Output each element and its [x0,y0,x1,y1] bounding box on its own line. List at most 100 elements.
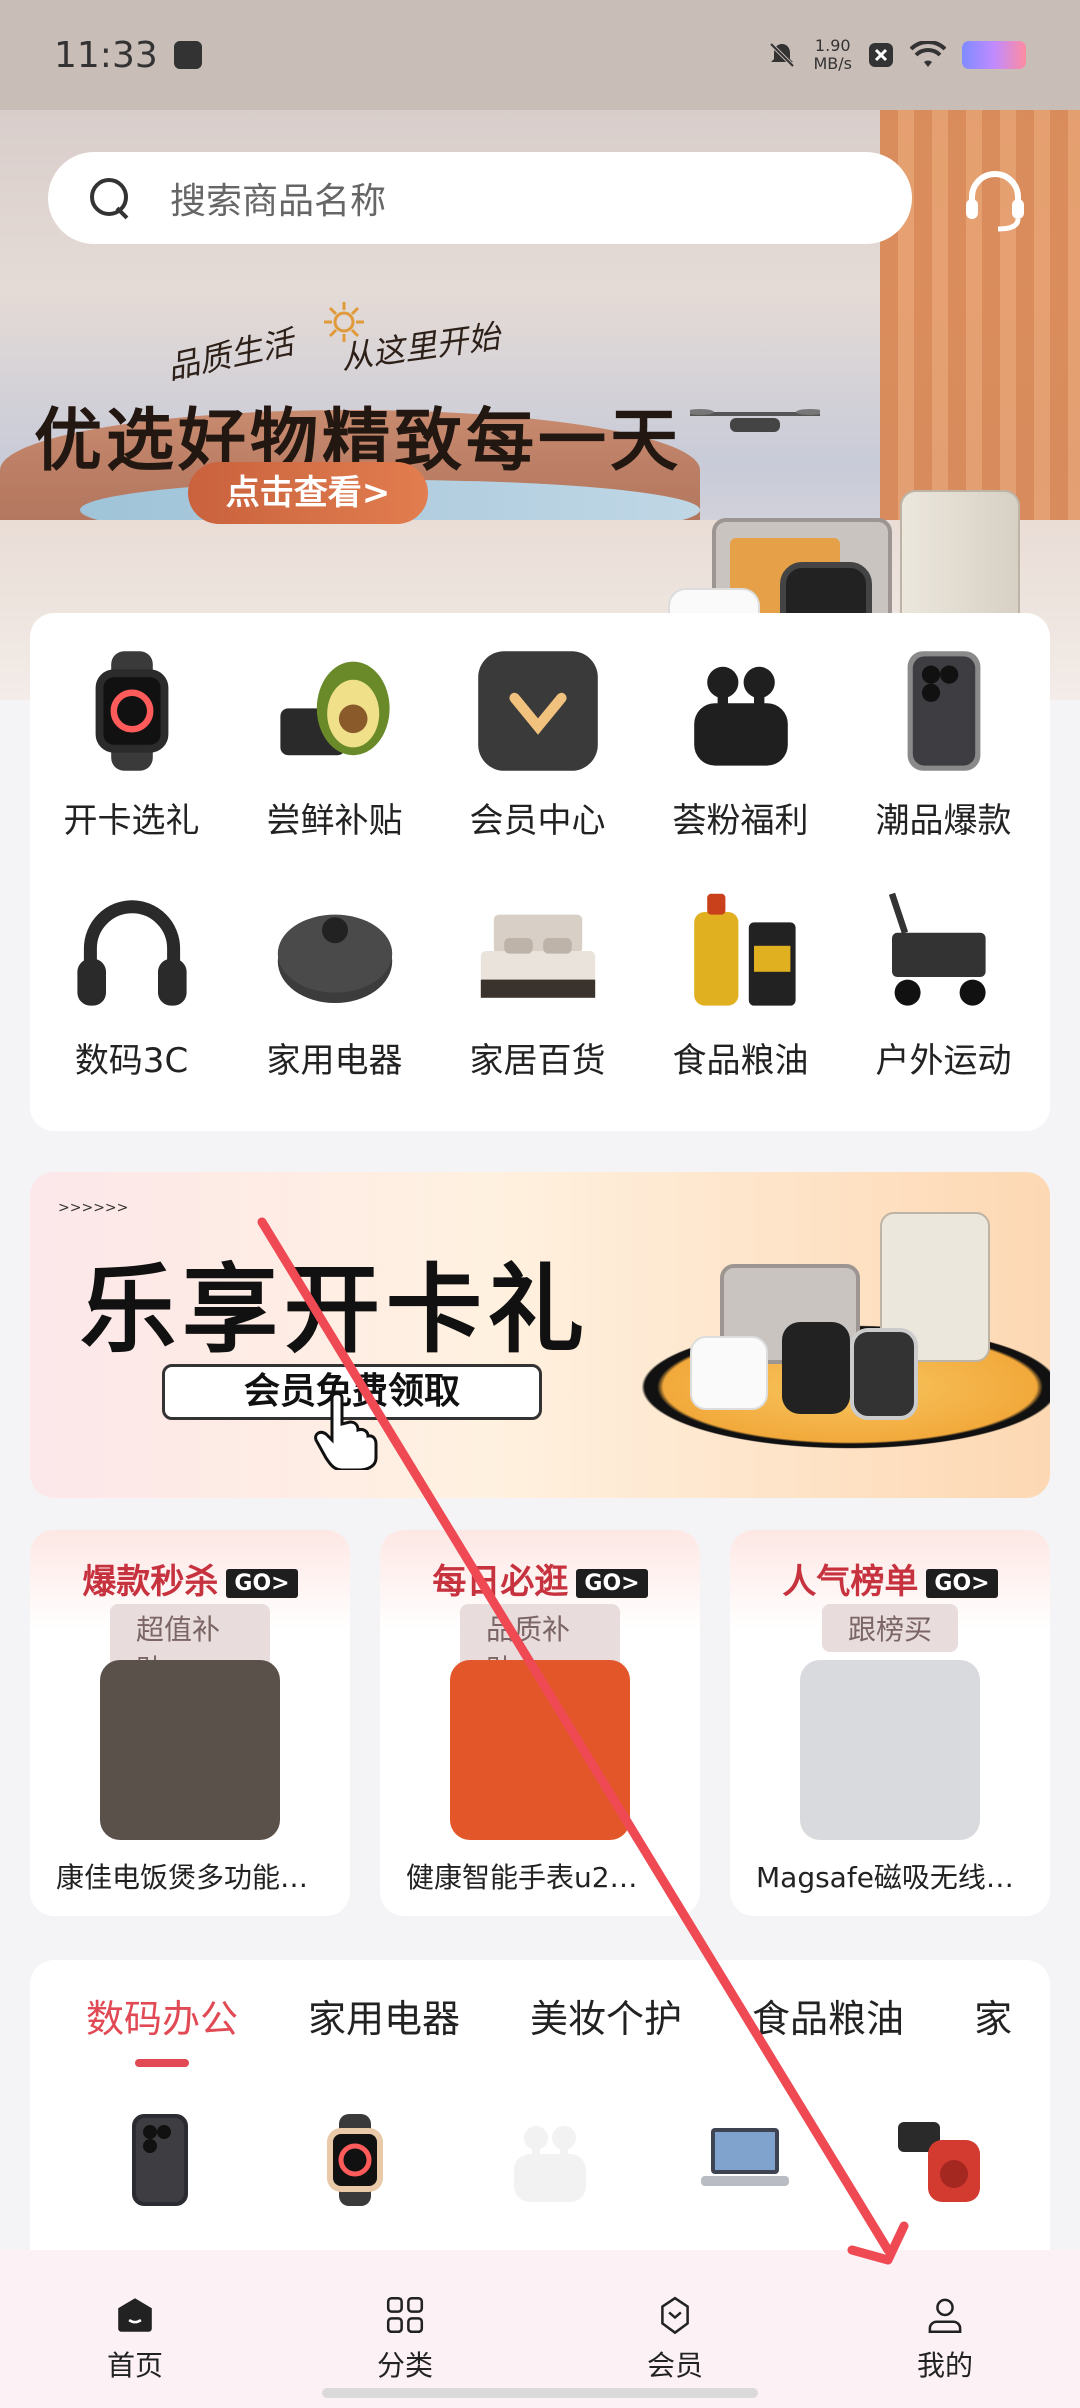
category-grid: 开卡选礼 尝鲜补贴 会员中心 荟粉福利 潮品爆款数码3C 家用电器 家居百货 食品粮油 户外运动 [30,613,1050,1131]
member-card-banner[interactable]: >>>>>> 乐享开卡礼 会员免费领取 [30,1172,1050,1498]
tab-product-item[interactable] [890,2110,990,2220]
smartwatch-image [782,1322,850,1414]
category-image [265,881,405,1021]
network-speed-unit: MB/s [813,54,852,73]
robot-vacuum-icon [277,914,392,1003]
nav-item[interactable]: 我的 [845,2294,1045,2408]
member-banner-title: 乐享开卡礼 [80,1254,590,1366]
battery-icon [962,41,1026,69]
banner-dots: >>>>>> [58,1200,129,1216]
promo-title: 爆款秒杀 GO> [30,1554,350,1603]
drone-image [690,409,820,432]
bottom-navigation: 首页 分类 会员 我的 [0,2250,1080,2408]
tab-product-list [70,2110,1030,2230]
promo-go-badge[interactable]: GO> [926,1569,998,1598]
promo-product-image [800,1660,980,1840]
wagon-icon [888,892,986,1006]
category-item[interactable]: 开卡选礼 [30,641,233,881]
phone-icon [132,2114,188,2206]
category-label: 潮品爆款 [875,801,1012,841]
category-label: 开卡选礼 [63,801,200,841]
nav-label: 会员 [646,2349,703,2382]
category-label: 家用电器 [266,1041,403,1081]
tab-category[interactable]: 数码办公 [86,1988,238,2043]
nav-item[interactable]: 首页 [35,2294,235,2408]
promo-title: 人气榜单 GO> [730,1554,1050,1603]
customer-service-icon[interactable] [960,165,1030,235]
category-label: 会员中心 [469,801,606,841]
category-image [874,641,1014,781]
search-input[interactable]: 搜索商品名称 [48,152,912,244]
promo-product-image [100,1660,280,1840]
sun-icon [324,302,364,342]
promo-go-badge[interactable]: GO> [576,1569,648,1598]
tab-product-item[interactable] [110,2110,210,2220]
category-item[interactable]: 家居百货 [436,881,639,1121]
promo-title-text: 每日必逛 [432,1562,569,1602]
nav-label: 我的 [916,2349,973,2382]
close-box-icon [869,43,893,67]
category-item[interactable]: 户外运动 [842,881,1045,1121]
smartwatch-icon [327,2114,383,2206]
earbuds-icon [514,2126,586,2202]
smartwatch-icon [95,651,168,771]
promo-tag: 跟榜买 [821,1604,959,1652]
category-label: 家居百货 [469,1041,606,1081]
earbuds-icon [693,666,788,766]
category-item[interactable]: 尝鲜补贴 [233,641,436,881]
hand-pointer-icon [314,1392,378,1470]
category-label: 食品粮油 [672,1041,809,1081]
category-item[interactable]: 会员中心 [436,641,639,881]
category-label: 荟粉福利 [672,801,809,841]
tab-product-item[interactable] [500,2110,600,2220]
tab-product-item[interactable] [695,2110,795,2220]
promo-product-name: 健康智能手表u2… [406,1861,638,1894]
search-icon [88,176,132,220]
cooking-oil-icon [693,893,796,1006]
tab-category[interactable]: 食品粮油 [752,1988,904,2043]
category-tabs: 数码办公 家用电器 美妆个护 食品粮油 家 [30,1960,1050,2070]
promo-card[interactable]: 人气榜单 GO> 跟榜买 Magsafe磁吸无线充… [730,1530,1050,1916]
category-icon [386,2296,424,2334]
search-placeholder: 搜索商品名称 [170,181,387,222]
category-image [468,641,608,781]
category-label: 尝鲜补贴 [266,801,403,841]
status-bar: 11:33 1.90 MB/s [0,0,1080,110]
promo-product-image [450,1660,630,1840]
category-item[interactable]: 荟粉福利 [639,641,842,881]
smartwatch-image [850,1328,918,1420]
tab-category[interactable]: 家 [974,1988,1012,2043]
category-card: 开卡选礼 尝鲜补贴 会员中心 荟粉福利 潮品爆款数码3C 家用电器 家居百货 食品粮油 户外运动 [30,613,1050,1131]
promo-go-badge[interactable]: GO> [226,1569,298,1598]
hero-view-button[interactable]: 点击查看> [188,462,428,524]
tab-product-item[interactable] [305,2110,405,2220]
category-item[interactable]: 数码3C [30,881,233,1121]
nav-label: 分类 [376,2349,433,2382]
tab-category[interactable]: 家用电器 [308,1988,460,2043]
speaker-icon [898,2122,980,2202]
network-speed: 1.90 MB/s [813,37,852,73]
avocado-icon [279,661,390,756]
category-image [671,881,811,1021]
category-item[interactable]: 潮品爆款 [842,641,1045,881]
promo-card[interactable]: 爆款秒杀GO>超值补贴康佳电饭煲多功能… [30,1530,350,1916]
promo-title-text: 爆款秒杀 [82,1562,219,1602]
phone-icon [907,651,980,771]
category-image [671,641,811,781]
category-label: 户外运动 [875,1041,1012,1081]
wifi-icon [910,41,946,67]
home-icon [118,2298,152,2332]
category-tabs-card: 数码办公 家用电器 美妆个护 食品粮油 家 [30,1960,1050,2250]
category-image [62,641,202,781]
status-time: 11:33 [54,34,158,76]
category-image [874,881,1014,1021]
category-image [62,881,202,1021]
promo-title: 每日必逛 GO> [380,1554,700,1603]
promo-card[interactable]: 每日必逛GO>品质补贴健康智能手表u2… [380,1530,700,1916]
category-item[interactable]: 家用电器 [233,881,436,1121]
tab-category[interactable]: 美妆个护 [530,1988,682,2043]
profile-icon [928,2298,962,2334]
category-label: 数码3C [74,1041,189,1081]
category-item[interactable]: 食品粮油 [639,881,842,1121]
promo-product-name: Magsafe磁吸无线充… [756,1861,1036,1894]
